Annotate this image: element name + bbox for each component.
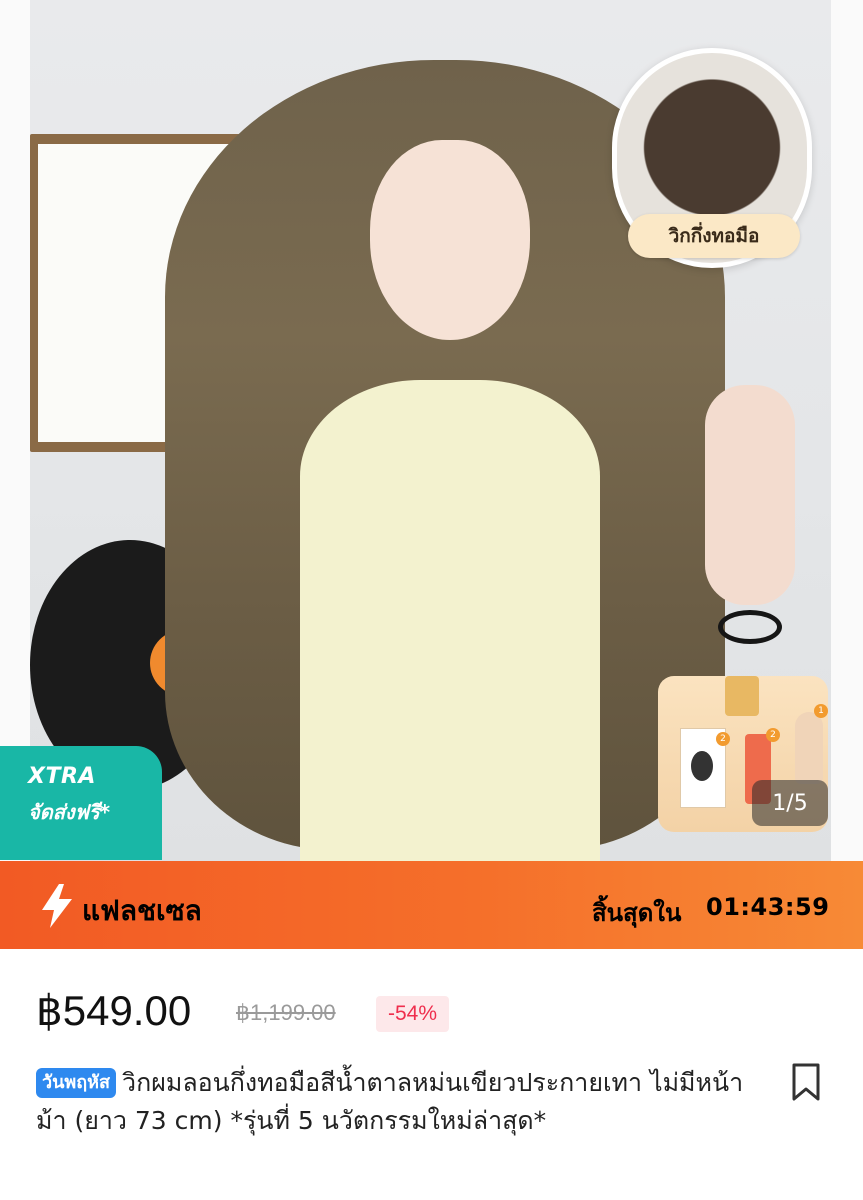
product-title-text: วิกผมลอนกึ่งทอมือสีน้ำตาลหม่นเขียวประกาย…: [36, 1068, 744, 1135]
gift-comb: [795, 712, 823, 784]
ends-in-label: สิ้นสุดใน: [592, 899, 682, 927]
photo-border-right: [831, 0, 863, 861]
gift-badge: 1: [814, 704, 828, 718]
flash-sale-label: แฟลชเซล: [82, 894, 202, 927]
inset-label: วิกกึ่งทอมือ: [628, 214, 800, 258]
countdown-timer: 01:43:59: [706, 893, 830, 921]
current-price: ฿549.00: [36, 987, 192, 1034]
lightning-bolt-icon: [42, 884, 72, 928]
model-bracelet: [718, 610, 782, 644]
image-counter: 1/5: [752, 780, 828, 826]
free-shipping-label: จัดส่งฟรี*: [28, 800, 111, 824]
gift-badge: 2: [766, 728, 780, 742]
xtra-title: XTRA: [28, 764, 96, 789]
gift-ribbon: [725, 676, 759, 716]
model-face: [370, 140, 530, 340]
model-hand: [705, 385, 795, 605]
photo-border-left: [0, 0, 30, 861]
discount-badge: -54%: [376, 996, 450, 1032]
product-title: วันพฤหัส วิกผมลอนกึ่งทอมือสีน้ำตาลหม่นเขี…: [36, 1064, 756, 1140]
original-price: ฿1,199.00: [236, 1000, 336, 1025]
xtra-free-shipping-badge: XTRA จัดส่งฟรี*: [0, 746, 162, 860]
bookmark-icon[interactable]: [790, 1062, 822, 1102]
model-dress: [300, 380, 600, 861]
day-tag: วันพฤหัส: [36, 1068, 117, 1098]
gift-badge: 2: [716, 732, 730, 746]
